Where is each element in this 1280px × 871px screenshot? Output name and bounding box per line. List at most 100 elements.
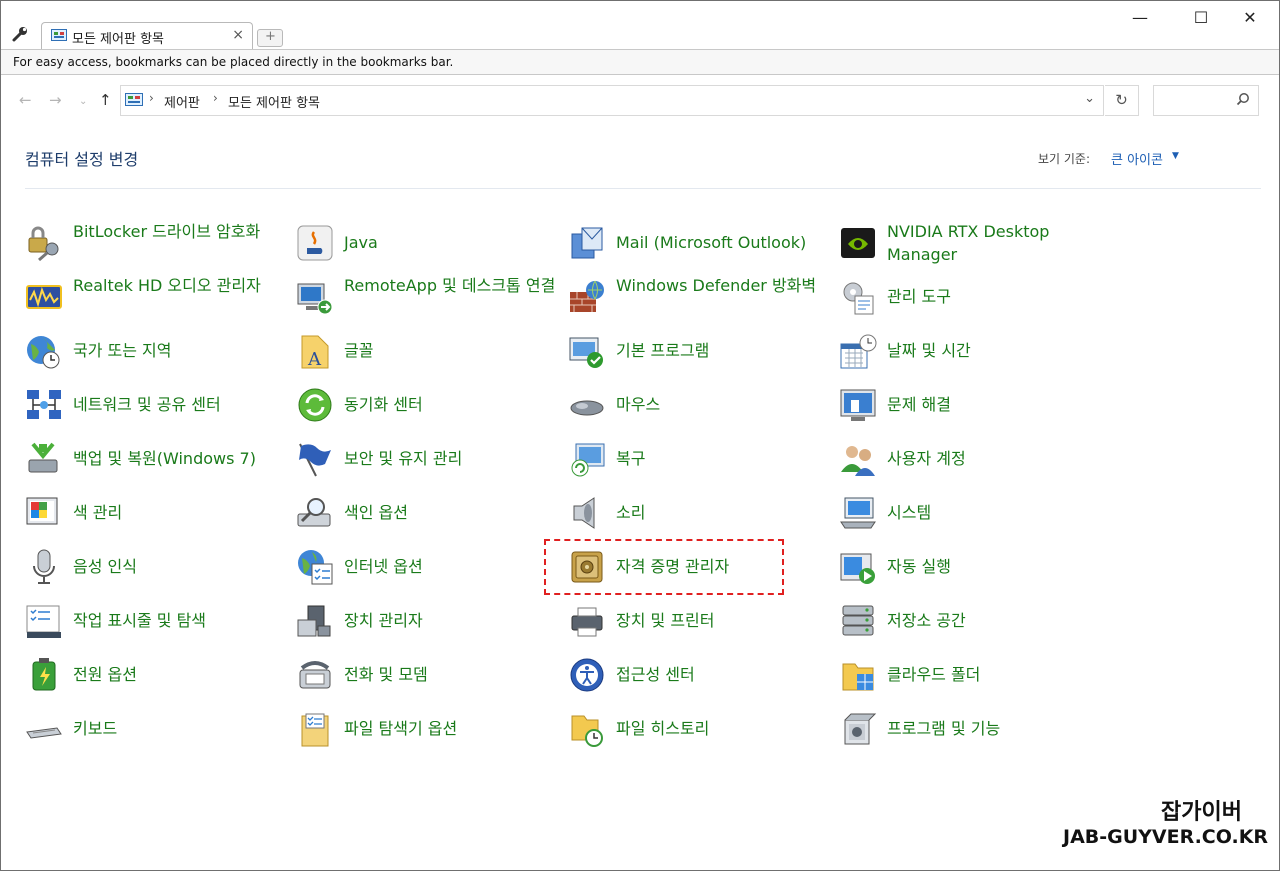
- view-by-dropdown[interactable]: 큰 아이콘: [1111, 149, 1163, 168]
- remoteapp-icon: [297, 283, 333, 315]
- item-label: 문제 해결: [887, 395, 951, 414]
- title-bar: 모든 제어판 항목 × + — ☐ ✕: [1, 1, 1279, 49]
- refresh-button[interactable]: ↻: [1105, 85, 1139, 116]
- recent-locations-icon[interactable]: ⌄: [79, 96, 87, 107]
- item-label: 키보드: [73, 719, 118, 738]
- item-mail[interactable]: Mail (Microsoft Outlook): [568, 220, 828, 268]
- item-cloud-folder[interactable]: 클라우드 폴더: [839, 652, 1099, 700]
- item-label: Windows Defender 방화벽: [616, 276, 817, 295]
- item-storage-spaces[interactable]: 저장소 공간: [839, 598, 1099, 646]
- item-recovery[interactable]: 복구: [568, 436, 828, 484]
- item-label: 사용자 계정: [887, 449, 966, 468]
- back-arrow-icon[interactable]: ←: [19, 91, 32, 109]
- item-programs-features[interactable]: 프로그램 및 기능: [839, 706, 1099, 754]
- item-mouse[interactable]: 마우스: [568, 382, 828, 430]
- item-label: 색인 옵션: [344, 503, 408, 522]
- mail-icon: [571, 227, 603, 259]
- item-network[interactable]: 네트워크 및 공유 센터: [25, 382, 285, 430]
- item-device-manager[interactable]: 장치 관리자: [296, 598, 556, 646]
- item-file-history[interactable]: 파일 히스토리: [568, 706, 828, 754]
- view-by-label: 보기 기준:: [1038, 152, 1091, 166]
- item-admin-tools[interactable]: 관리 도구: [839, 274, 1099, 322]
- item-java[interactable]: Java: [296, 220, 556, 268]
- item-backup[interactable]: 백업 및 복원(Windows 7): [25, 436, 285, 484]
- device-manager-icon: [297, 605, 331, 637]
- item-sync-center[interactable]: 동기화 센터: [296, 382, 556, 430]
- address-bar[interactable]: › 제어판 › 모든 제어판 항목 ⌄: [120, 85, 1104, 116]
- up-arrow-icon[interactable]: ↑: [99, 91, 112, 109]
- item-label: 전원 옵션: [73, 665, 137, 684]
- bookmarks-bar: For easy access, bookmarks can be placed…: [1, 49, 1279, 75]
- tab-title: 모든 제어판 항목: [72, 32, 164, 47]
- troubleshoot-icon: [840, 389, 876, 421]
- new-tab-button[interactable]: +: [257, 29, 283, 47]
- tab-control-panel[interactable]: 모든 제어판 항목 ×: [41, 22, 253, 49]
- caret-down-icon[interactable]: ▼: [1172, 151, 1179, 161]
- sound-icon: [573, 497, 595, 529]
- item-region[interactable]: 국가 또는 지역: [25, 328, 285, 376]
- close-tab-icon[interactable]: ×: [232, 27, 244, 43]
- item-label: 마우스: [616, 395, 661, 414]
- nvidia-icon: [841, 228, 875, 258]
- item-label: 국가 또는 지역: [73, 341, 172, 360]
- item-troubleshoot[interactable]: 문제 해결: [839, 382, 1099, 430]
- item-label: BitLocker 드라이브 암호화: [73, 222, 261, 241]
- wrench-icon[interactable]: [11, 25, 29, 43]
- breadcrumb-separator: ›: [149, 91, 154, 105]
- search-icon[interactable]: [1236, 92, 1250, 106]
- microphone-icon: [33, 549, 55, 584]
- item-taskbar[interactable]: 작업 표시줄 및 탐색: [25, 598, 285, 646]
- breadcrumb-all-items[interactable]: 모든 제어판 항목: [228, 92, 320, 111]
- item-label: NVIDIA RTX Desktop Manager: [887, 222, 1050, 264]
- date-time-icon: [840, 334, 877, 369]
- svg-text:A: A: [307, 349, 322, 370]
- chevron-down-icon[interactable]: ⌄: [1084, 91, 1095, 106]
- item-user-accounts[interactable]: 사용자 계정: [839, 436, 1099, 484]
- item-realtek[interactable]: Realtek HD 오디오 관리자: [25, 274, 285, 322]
- item-default-programs[interactable]: 기본 프로그램: [568, 328, 828, 376]
- minimize-button[interactable]: —: [1117, 5, 1163, 31]
- forward-arrow-icon[interactable]: →: [49, 91, 62, 109]
- item-power-options[interactable]: 전원 옵션: [25, 652, 285, 700]
- search-input[interactable]: [1153, 85, 1259, 116]
- item-speech[interactable]: 음성 인식: [25, 544, 285, 592]
- item-phone-modem[interactable]: 전화 및 모뎀: [296, 652, 556, 700]
- item-label: 색 관리: [73, 503, 123, 522]
- item-autoplay[interactable]: 자동 실행: [839, 544, 1099, 592]
- maximize-button[interactable]: ☐: [1178, 5, 1224, 31]
- item-label: RemoteApp 및 데스크톱 연결: [344, 276, 556, 295]
- item-accessibility[interactable]: 접근성 센터: [568, 652, 828, 700]
- security-flag-icon: [299, 443, 331, 477]
- item-label: 작업 표시줄 및 탐색: [73, 611, 207, 630]
- item-keyboard[interactable]: 키보드: [25, 706, 285, 754]
- item-nvidia[interactable]: NVIDIA RTX Desktop Manager: [839, 220, 1099, 268]
- item-label: 프로그램 및 기능: [887, 719, 1001, 738]
- item-firewall[interactable]: Windows Defender 방화벽: [568, 274, 828, 322]
- header-divider: [25, 188, 1261, 189]
- item-label: 날짜 및 시간: [887, 341, 971, 360]
- item-system[interactable]: 시스템: [839, 490, 1099, 538]
- item-fonts[interactable]: A 글꼴: [296, 328, 556, 376]
- close-window-button[interactable]: ✕: [1227, 5, 1273, 31]
- sync-center-icon: [298, 388, 332, 422]
- item-internet-options[interactable]: 인터넷 옵션: [296, 544, 556, 592]
- item-remoteapp[interactable]: RemoteApp 및 데스크톱 연결: [296, 274, 556, 322]
- item-label: 자동 실행: [887, 557, 951, 576]
- programs-features-icon: [844, 713, 877, 745]
- item-sound[interactable]: 소리: [568, 490, 828, 538]
- storage-spaces-icon: [842, 605, 874, 636]
- item-explorer-options[interactable]: 파일 탐색기 옵션: [296, 706, 556, 754]
- realtek-audio-icon: [26, 285, 62, 309]
- item-color-management[interactable]: 색 관리: [25, 490, 285, 538]
- item-bitlocker[interactable]: BitLocker 드라이브 암호화: [25, 220, 285, 268]
- region-icon: [27, 336, 60, 369]
- item-indexing[interactable]: 색인 옵션: [296, 490, 556, 538]
- item-label: 클라우드 폴더: [887, 665, 981, 684]
- item-security[interactable]: 보안 및 유지 관리: [296, 436, 556, 484]
- item-label: 접근성 센터: [616, 665, 695, 684]
- breadcrumb-control-panel[interactable]: 제어판: [164, 92, 200, 111]
- item-devices-printers[interactable]: 장치 및 프린터: [568, 598, 828, 646]
- item-date-time[interactable]: 날짜 및 시간: [839, 328, 1099, 376]
- internet-options-icon: [298, 550, 333, 585]
- network-icon: [27, 390, 61, 419]
